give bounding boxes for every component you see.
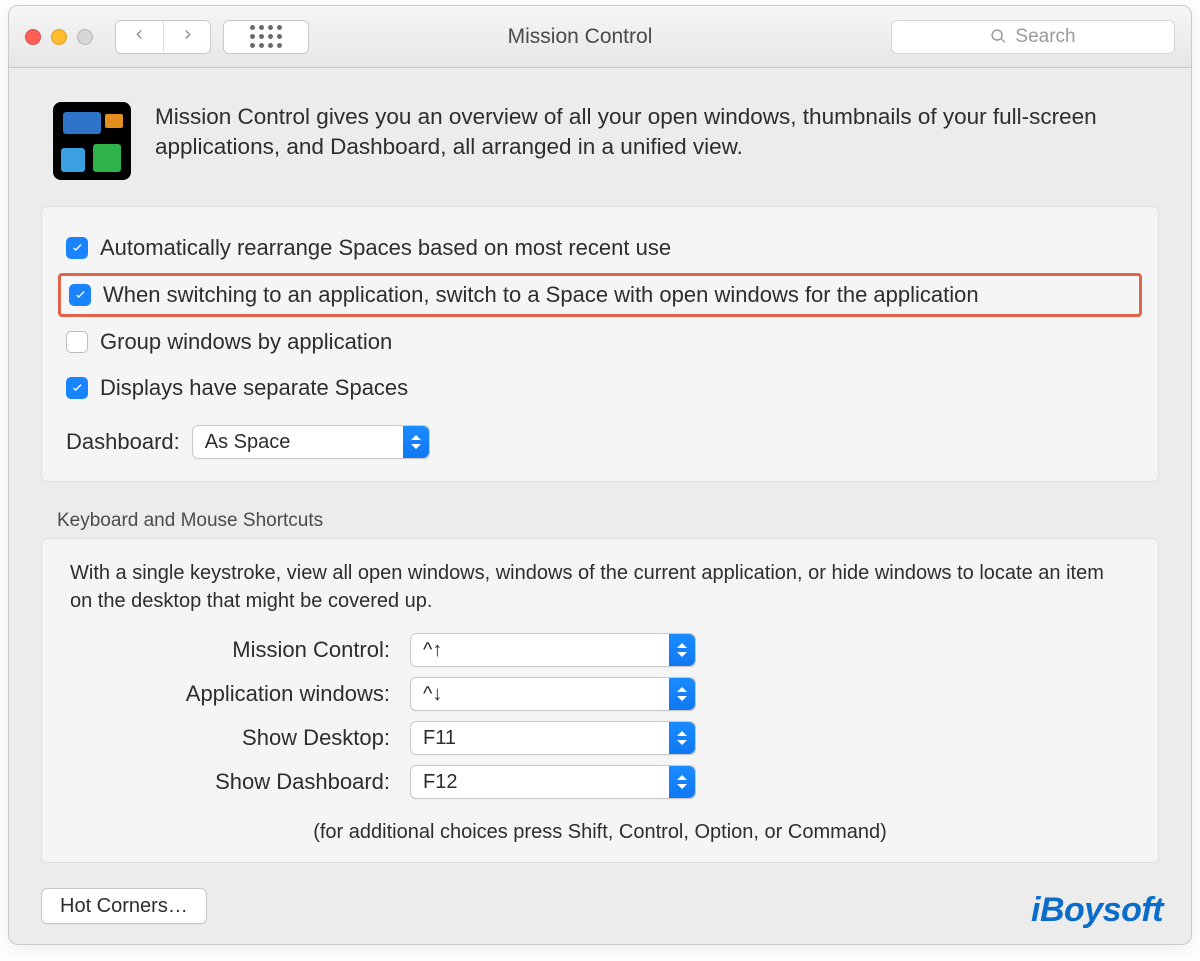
option-switch-space[interactable]: When switching to an application, switch… — [58, 273, 1142, 317]
preferences-window: Mission Control Search Mission Control g… — [8, 5, 1192, 945]
shortcut-select[interactable]: ^↑ — [410, 633, 696, 667]
forward-button[interactable] — [163, 21, 210, 53]
options-panel: Automatically rearrange Spaces based on … — [41, 206, 1159, 482]
dashboard-select[interactable]: As Space — [192, 425, 430, 459]
select-value: As Space — [205, 431, 291, 454]
dashboard-field: Dashboard: As Space — [66, 411, 1134, 459]
shortcut-row-mission-control: Mission Control: ^↑ — [70, 633, 1130, 667]
show-all-prefs-button[interactable] — [223, 20, 309, 54]
pane-header: Mission Control gives you an overview of… — [9, 68, 1191, 194]
grid-icon — [250, 25, 283, 49]
option-group-windows[interactable]: Group windows by application — [66, 319, 1134, 365]
shortcuts-panel: With a single keystroke, view all open w… — [41, 538, 1159, 863]
shortcut-label: Application windows: — [70, 681, 390, 707]
search-field[interactable]: Search — [891, 20, 1175, 54]
shortcuts-section-title: Keyboard and Mouse Shortcuts — [57, 510, 1191, 532]
stepper-arrows-icon — [669, 678, 695, 710]
back-button[interactable] — [116, 21, 163, 53]
watermark-logo: iBoysoft — [1031, 891, 1163, 930]
search-icon — [990, 28, 1007, 45]
window-title: Mission Control — [321, 25, 879, 49]
shortcut-select[interactable]: ^↓ — [410, 677, 696, 711]
checkbox-icon — [66, 237, 88, 259]
option-label: When switching to an application, switch… — [103, 282, 979, 308]
zoom-window-icon[interactable] — [77, 29, 93, 45]
select-value: ^↓ — [423, 683, 442, 706]
search-placeholder: Search — [1015, 26, 1075, 48]
checkbox-icon — [66, 377, 88, 399]
shortcuts-intro: With a single keystroke, view all open w… — [70, 559, 1130, 615]
shortcut-select[interactable]: F11 — [410, 721, 696, 755]
nav-back-forward — [115, 20, 211, 54]
select-value: F11 — [423, 727, 456, 750]
option-label: Automatically rearrange Spaces based on … — [100, 235, 671, 261]
select-value: ^↑ — [423, 639, 442, 662]
pane-description: Mission Control gives you an overview of… — [155, 102, 1147, 163]
option-auto-rearrange[interactable]: Automatically rearrange Spaces based on … — [66, 225, 1134, 271]
option-label: Group windows by application — [100, 329, 392, 355]
shortcut-label: Mission Control: — [70, 637, 390, 663]
select-value: F12 — [423, 771, 457, 794]
shortcut-row-app-windows: Application windows: ^↓ — [70, 677, 1130, 711]
checkbox-icon — [69, 284, 91, 306]
shortcut-select[interactable]: F12 — [410, 765, 696, 799]
shortcut-label: Show Dashboard: — [70, 769, 390, 795]
shortcut-label: Show Desktop: — [70, 725, 390, 751]
shortcuts-hint: (for additional choices press Shift, Con… — [70, 821, 1130, 844]
stepper-arrows-icon — [669, 722, 695, 754]
option-label: Displays have separate Spaces — [100, 375, 408, 401]
minimize-window-icon[interactable] — [51, 29, 67, 45]
footer: Hot Corners… — [41, 888, 207, 924]
stepper-arrows-icon — [669, 766, 695, 798]
hot-corners-button[interactable]: Hot Corners… — [41, 888, 207, 924]
stepper-arrows-icon — [669, 634, 695, 666]
checkbox-icon — [66, 331, 88, 353]
dashboard-label: Dashboard: — [66, 429, 180, 455]
window-toolbar: Mission Control Search — [9, 6, 1191, 68]
close-window-icon[interactable] — [25, 29, 41, 45]
mission-control-icon — [53, 102, 131, 180]
stepper-arrows-icon — [403, 426, 429, 458]
shortcut-row-show-desktop: Show Desktop: F11 — [70, 721, 1130, 755]
window-traffic-lights — [25, 29, 93, 45]
shortcut-row-show-dashboard: Show Dashboard: F12 — [70, 765, 1130, 799]
option-separate-spaces[interactable]: Displays have separate Spaces — [66, 365, 1134, 411]
